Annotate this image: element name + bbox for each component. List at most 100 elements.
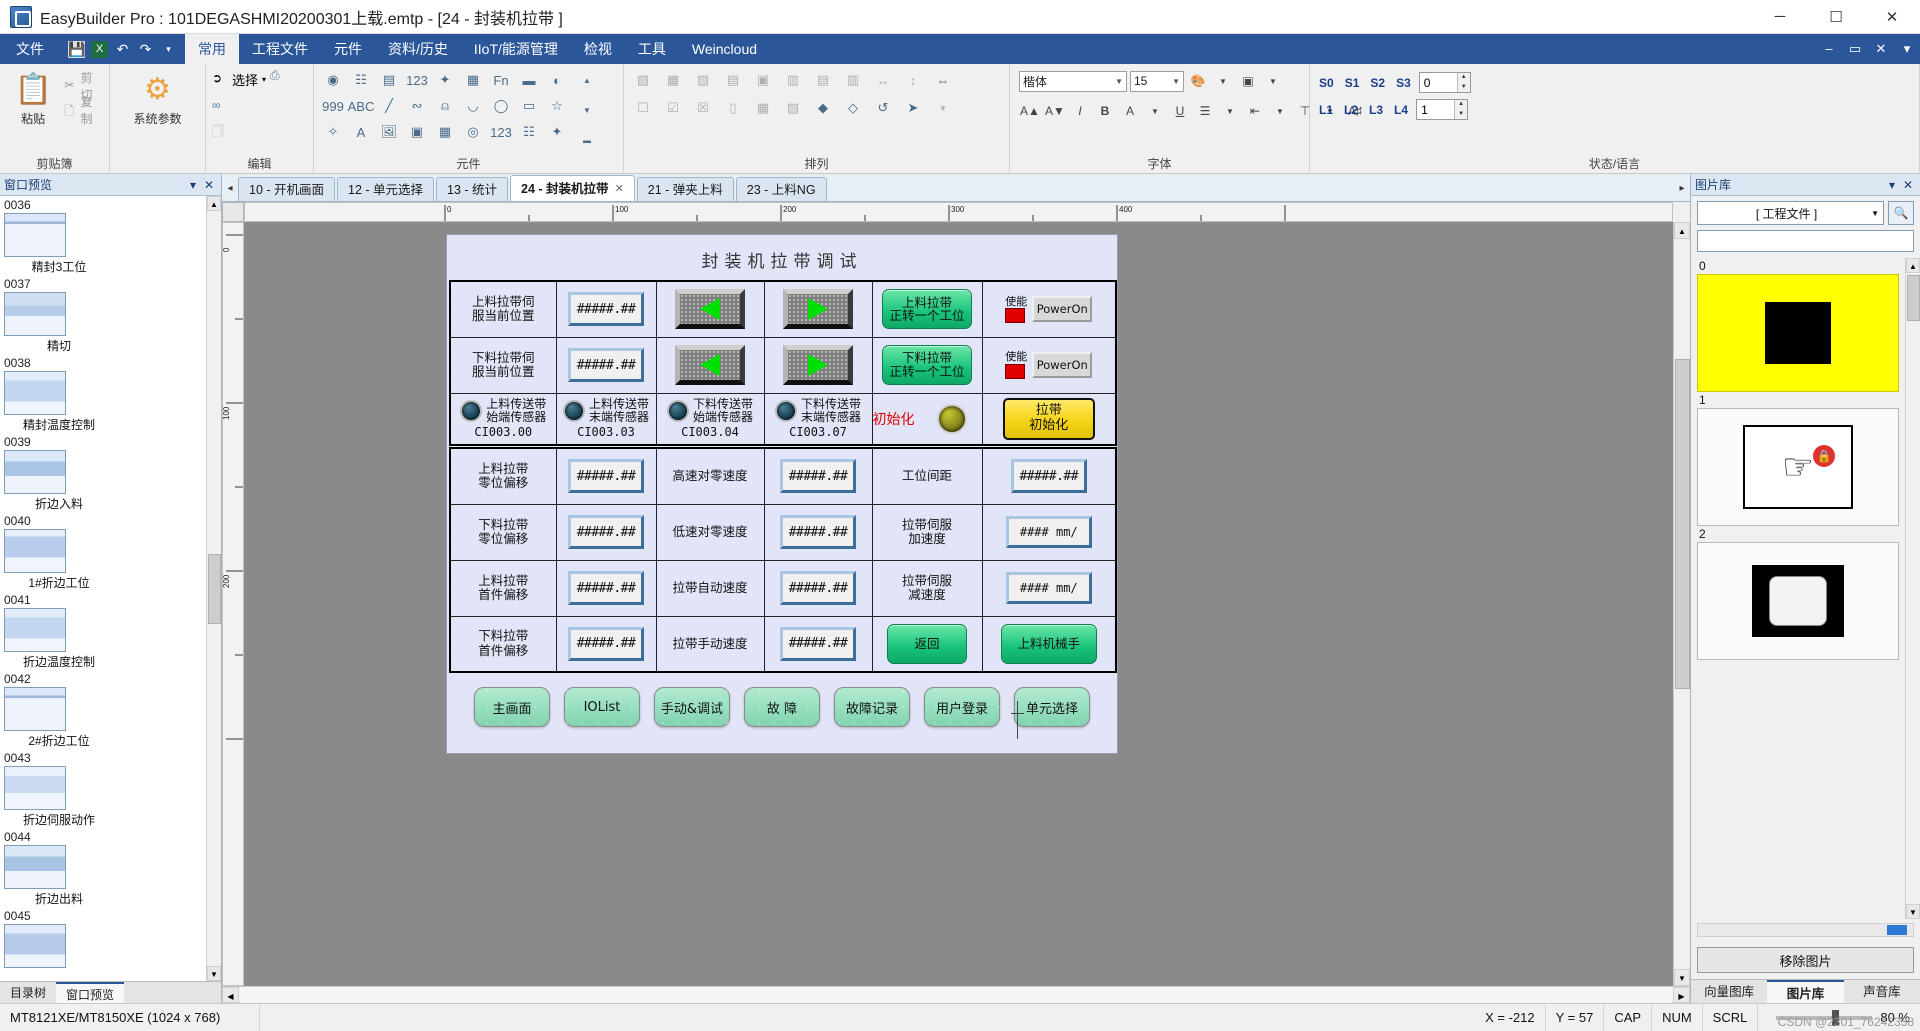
row2-green-button-cell[interactable]: 下料拉带 正转一个工位 bbox=[871, 336, 983, 394]
tab-picture-library[interactable]: 图片库 bbox=[1767, 980, 1844, 1003]
scroll-up-icon[interactable]: ▲ bbox=[207, 196, 221, 211]
nav-button-user-login[interactable]: 用户登录 bbox=[924, 687, 1000, 727]
nav-button-fault-log[interactable]: 故障记录 bbox=[834, 687, 910, 727]
undo-icon[interactable]: ↶ bbox=[114, 41, 131, 58]
numeric-display[interactable]: #####.## bbox=[568, 292, 644, 327]
system-parameter-button[interactable]: ⚙ 系统参数 bbox=[116, 68, 199, 127]
page-tab-24[interactable]: 24 - 封装机拉带 ✕ bbox=[510, 175, 635, 201]
jog-left-button[interactable] bbox=[675, 289, 745, 330]
send-backward-icon[interactable]: ▯ bbox=[720, 96, 746, 120]
objects-expand-icon[interactable]: ▬ bbox=[574, 128, 600, 152]
distribute-v-icon[interactable]: ▥ bbox=[840, 68, 866, 92]
numeric-display[interactable]: #####.## bbox=[568, 348, 644, 382]
duplicate-icon[interactable]: ⎙ bbox=[270, 68, 292, 90]
tab-window-preview[interactable]: 窗口预览 bbox=[56, 982, 125, 1003]
group-icon[interactable]: ▦ bbox=[750, 96, 776, 120]
list-icon[interactable]: ☷ bbox=[516, 120, 542, 144]
polyline-icon[interactable]: ∾ bbox=[404, 94, 430, 118]
polygon-icon[interactable]: ⍝ bbox=[432, 94, 458, 118]
list-item[interactable]: 0 bbox=[1697, 258, 1899, 392]
flip-h-icon[interactable]: ◆ bbox=[810, 96, 836, 120]
align-right-icon[interactable]: ▧ bbox=[690, 68, 716, 92]
chevron-down-icon[interactable]: ▾ bbox=[262, 75, 266, 84]
row1-green-button-cell[interactable]: 上料拉带 正转一个工位 bbox=[871, 280, 983, 338]
tab-next-icon[interactable]: ▸ bbox=[1674, 175, 1690, 201]
bit-lamp-icon[interactable]: ◉ bbox=[320, 68, 346, 92]
param-value-cell[interactable]: #### mm/ bbox=[981, 503, 1117, 561]
tab-prev-icon[interactable]: ◂ bbox=[222, 175, 238, 201]
tab-object-tree[interactable]: 目录树 bbox=[0, 982, 56, 1003]
same-height-icon[interactable]: ↕ bbox=[900, 68, 926, 92]
list-item[interactable]: 0040 1#折边工位 bbox=[4, 514, 206, 591]
param-value-cell[interactable]: #####.## bbox=[763, 447, 873, 505]
nav-button-iolist[interactable]: IOList bbox=[564, 687, 640, 727]
return-button[interactable]: 返回 bbox=[887, 623, 967, 664]
maximize-button[interactable]: ☐ bbox=[1808, 0, 1864, 34]
indent-dropdown-icon[interactable]: ▼ bbox=[1269, 100, 1291, 122]
numeric-input[interactable]: #####.## bbox=[780, 515, 856, 549]
nudge-icon[interactable]: ➤ bbox=[900, 96, 926, 120]
init-button-cell[interactable]: 拉带 初始化 bbox=[981, 392, 1117, 446]
list-item[interactable]: 0042 2#折边工位 bbox=[4, 672, 206, 749]
toggle-switch-icon[interactable]: ▤ bbox=[376, 68, 402, 92]
row1-value-cell[interactable]: #####.## bbox=[555, 280, 657, 338]
ribbon-tab-weincloud[interactable]: Weincloud bbox=[679, 34, 770, 64]
font-family-select[interactable]: 楷体 ▼ bbox=[1019, 70, 1127, 92]
param-value-cell[interactable]: #####.## bbox=[763, 615, 873, 673]
sensor-cell-2[interactable]: 上料传送带 末端传感器 CI003.03 bbox=[555, 392, 657, 446]
inner-close-button[interactable]: ✕ bbox=[1868, 34, 1894, 64]
align-center-h-icon[interactable]: ▦ bbox=[660, 68, 686, 92]
jog-right-button[interactable] bbox=[783, 289, 853, 330]
shrink-font-icon[interactable]: A▼ bbox=[1044, 100, 1066, 122]
list-item[interactable]: 1 ☞ 🔒 bbox=[1697, 392, 1899, 526]
table-icon[interactable]: ▦ bbox=[432, 120, 458, 144]
jog-left-button[interactable] bbox=[675, 345, 745, 385]
ribbon-collapse-icon[interactable]: ▾ bbox=[1894, 34, 1920, 64]
library-scrollbar[interactable]: ▲ ▼ bbox=[1905, 258, 1920, 919]
param-value-cell[interactable]: #####.## bbox=[555, 559, 657, 617]
line-icon[interactable]: ╱ bbox=[376, 94, 402, 118]
library-select[interactable]: [ 工程文件 ] ▼ bbox=[1697, 201, 1884, 225]
numeric-input[interactable]: #####.## bbox=[780, 626, 856, 661]
text-color-icon[interactable]: 🎨 bbox=[1187, 70, 1209, 92]
param-value-cell[interactable]: #####.## bbox=[763, 503, 873, 561]
close-icon[interactable]: ✕ bbox=[1900, 178, 1916, 192]
library-item-thumbnail[interactable]: ☞ 🔒 bbox=[1697, 408, 1899, 526]
underline-icon[interactable]: U bbox=[1169, 100, 1191, 122]
scroll-down-icon[interactable]: ▼ bbox=[1906, 904, 1920, 919]
indent-left-icon[interactable]: ⇤ bbox=[1244, 100, 1266, 122]
init-lamp-icon[interactable] bbox=[937, 403, 967, 434]
align-middle-icon[interactable]: ▣ bbox=[750, 68, 776, 92]
ribbon-tab-common[interactable]: 常用 bbox=[185, 34, 239, 64]
copy-button[interactable]: 🗋 复制 bbox=[60, 95, 103, 126]
barcode-icon[interactable]: 123 bbox=[488, 120, 514, 144]
scrollbar-thumb[interactable] bbox=[1887, 925, 1907, 935]
menu-item-file[interactable]: 文件 bbox=[0, 34, 60, 64]
feeder-robot-button-cell[interactable]: 上料机械手 bbox=[981, 615, 1117, 673]
page-tab-23[interactable]: 23 - 上料NG bbox=[735, 177, 827, 201]
scroll-up-icon[interactable]: ▲ bbox=[1674, 222, 1690, 239]
language-value-stepper[interactable]: 1 ▲ ▼ bbox=[1416, 99, 1469, 120]
rectangle-icon[interactable]: ▭ bbox=[516, 94, 542, 118]
row1-right-button-cell[interactable] bbox=[763, 280, 873, 338]
state-s0-button[interactable]: S0 bbox=[1316, 76, 1337, 90]
state-stepper-arrows[interactable]: ▲ ▼ bbox=[1456, 73, 1470, 92]
page-tab-10[interactable]: 10 - 开机画面 bbox=[238, 177, 336, 201]
library-search-input[interactable] bbox=[1697, 230, 1914, 252]
numeric-input[interactable]: #####.## bbox=[780, 571, 856, 605]
bit-lamp-icon[interactable] bbox=[666, 400, 689, 423]
ribbon-tab-iiot[interactable]: IIoT/能源管理 bbox=[461, 34, 571, 64]
row2-value-cell[interactable]: #####.## bbox=[555, 336, 657, 394]
scrollbar-track[interactable] bbox=[239, 987, 1673, 1003]
gauge-icon[interactable]: ◎ bbox=[460, 120, 486, 144]
row2-enable-cell[interactable]: 使能 PowerOn bbox=[981, 336, 1117, 394]
list-item[interactable]: 2 bbox=[1697, 526, 1899, 660]
library-item-list[interactable]: 0 1 ☞ 🔒 2 ▲ ▼ bbox=[1691, 258, 1920, 919]
more-objects-icon[interactable]: ✦ bbox=[544, 120, 570, 144]
fill-color-dropdown-icon[interactable]: ▼ bbox=[1262, 70, 1284, 92]
language-l1-button[interactable]: L1 bbox=[1316, 103, 1336, 117]
ribbon-tab-data-history[interactable]: 资料/历史 bbox=[375, 34, 461, 64]
numeric-input[interactable]: #####.## bbox=[568, 459, 644, 494]
objects-scroll-up-icon[interactable]: ▲ bbox=[574, 68, 600, 92]
align-left-icon[interactable]: ▧ bbox=[630, 68, 656, 92]
